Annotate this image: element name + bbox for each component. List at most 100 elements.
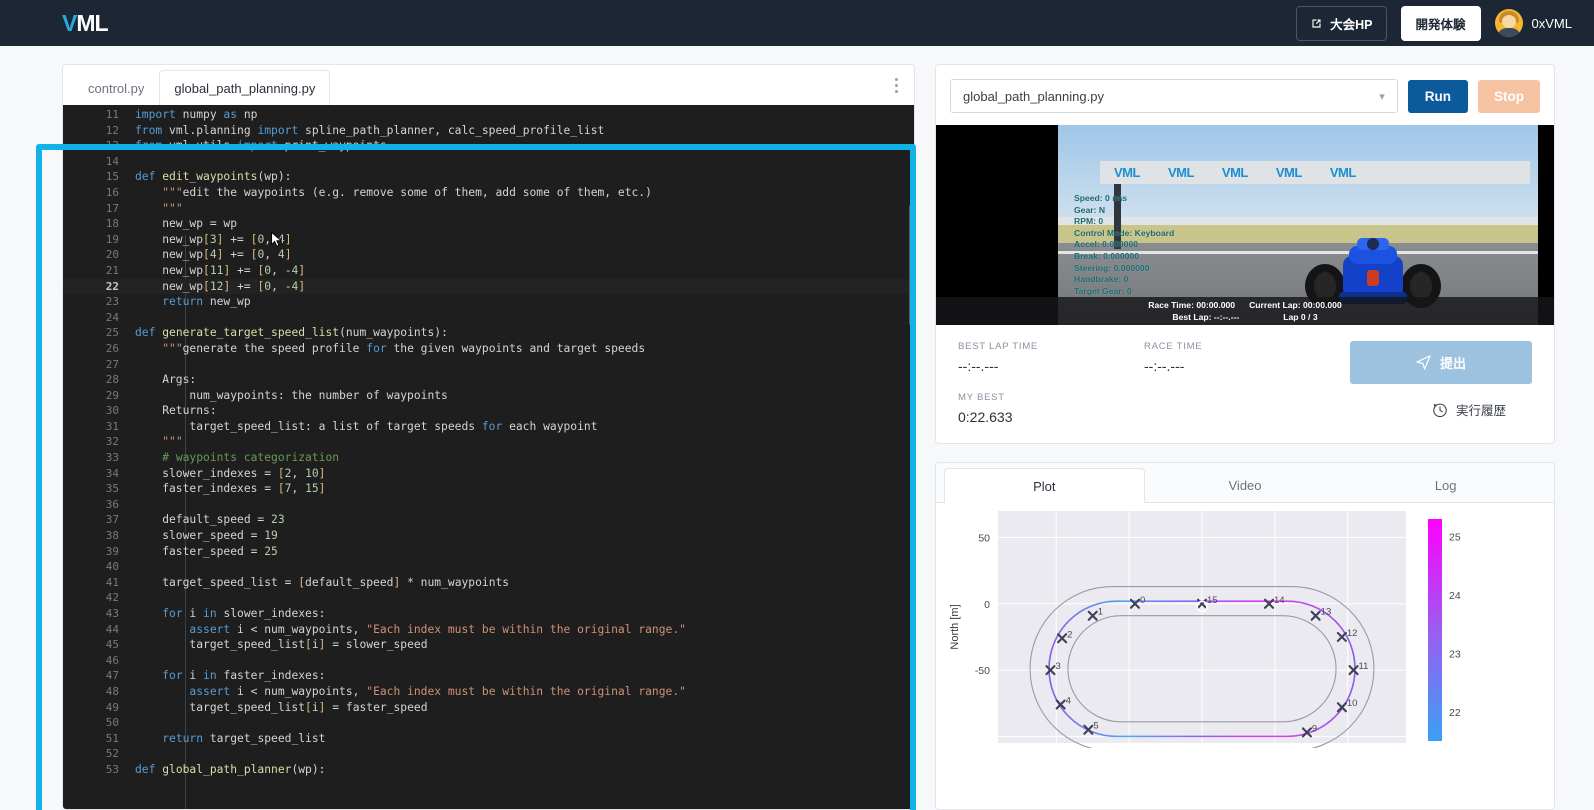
code-line[interactable]: new_wp[12] += [0, -4] xyxy=(63,278,914,295)
code-line[interactable]: Returns: xyxy=(63,403,914,419)
stat-my-best: MY BEST 0:22.633 xyxy=(958,392,1144,425)
code-line[interactable]: new_wp[11] += [0, -4] xyxy=(63,263,914,279)
code-line[interactable]: Args: xyxy=(63,372,914,388)
billboard-logo-2: VML xyxy=(1221,165,1248,180)
nav-actions: 大会HP 開発体験 0xVML xyxy=(1296,5,1572,41)
code-line[interactable]: from vml.planning import spline_path_pla… xyxy=(63,123,914,139)
tab-log[interactable]: Log xyxy=(1345,467,1546,502)
hud-race-time: Race Time: 00:00.000 xyxy=(1148,300,1236,310)
code-line[interactable]: num_waypoints: the number of waypoints xyxy=(63,388,914,404)
code-line[interactable] xyxy=(63,746,914,762)
code-line[interactable] xyxy=(63,590,914,606)
code-line[interactable]: """ xyxy=(63,201,914,217)
simulator-viewport[interactable]: VML VML VML VML VML Speed: 0 m\s Gear: N… xyxy=(936,125,1554,325)
race-time-label: RACE TIME xyxy=(1144,341,1203,352)
submit-label: 提出 xyxy=(1439,356,1466,371)
code-line[interactable]: slower_indexes = [2, 10] xyxy=(63,466,914,482)
code-scrollbar-thumb[interactable] xyxy=(909,205,912,325)
code-line[interactable]: """ xyxy=(63,434,914,450)
svg-text:50: 50 xyxy=(978,533,990,545)
editor-more-menu-icon[interactable] xyxy=(895,78,898,93)
code-line[interactable]: import numpy as np xyxy=(63,107,914,123)
race-time-value: --:--.--- xyxy=(1144,358,1185,374)
best-lap-time-value: --:--.--- xyxy=(958,358,999,374)
tournament-site-label: 大会HP xyxy=(1330,17,1373,32)
code-line[interactable]: new_wp[4] += [0, 4] xyxy=(63,247,914,263)
code-line[interactable]: slower_speed = 19 xyxy=(63,528,914,544)
code-line[interactable] xyxy=(63,310,914,326)
editor-tab-control[interactable]: control.py xyxy=(73,70,159,105)
code-viewport[interactable]: import numpy as npfrom vml.planning impo… xyxy=(63,105,914,809)
hud-row-2: Best Lap: --:--.--- Lap 0 / 3 xyxy=(1172,312,1317,322)
svg-text:North [m]: North [m] xyxy=(949,604,961,649)
code-line[interactable]: from vml.utils import print_waypoints xyxy=(63,138,914,154)
user-menu[interactable]: 0xVML xyxy=(1494,9,1572,37)
tournament-site-button[interactable]: 大会HP xyxy=(1296,5,1387,41)
code-line[interactable]: return new_wp xyxy=(63,294,914,310)
plot-canvas[interactable]: 500-50North [m] 0 1 2 3 4 5 9 10 11 1 xyxy=(936,503,1554,809)
svg-text:15: 15 xyxy=(1207,595,1218,606)
billboard-logo-1: VML xyxy=(1167,165,1194,180)
code-content: import numpy as npfrom vml.planning impo… xyxy=(63,105,914,778)
code-line[interactable]: """edit the waypoints (e.g. remove some … xyxy=(63,185,914,201)
stats-middle-column: RACE TIME --:--.--- xyxy=(1144,341,1330,425)
file-select[interactable]: global_path_planning.py ▾ xyxy=(950,79,1398,113)
code-line[interactable]: # waypoints categorization xyxy=(63,450,914,466)
svg-text:3: 3 xyxy=(1055,661,1060,672)
page-body: control.py global_path_planning.py impor… xyxy=(0,46,1594,810)
code-line[interactable] xyxy=(63,653,914,669)
dev-experience-button[interactable]: 開発体験 xyxy=(1400,5,1481,41)
stop-button[interactable]: Stop xyxy=(1478,79,1540,113)
code-line[interactable]: target_speed_list: a list of target spee… xyxy=(63,419,914,435)
editor-tab-global-path-planning[interactable]: global_path_planning.py xyxy=(159,70,331,105)
code-line[interactable]: assert i < num_waypoints, "Each index mu… xyxy=(63,622,914,638)
code-line[interactable] xyxy=(63,497,914,513)
telemetry-handbrake: Handbrake: 0 xyxy=(1074,274,1129,285)
svg-text:-50: -50 xyxy=(975,665,990,677)
top-navbar: VML 大会HP 開発体験 0xVML xyxy=(0,0,1594,46)
svg-text:12: 12 xyxy=(1347,628,1358,639)
code-line[interactable]: faster_indexes = [7, 15] xyxy=(63,481,914,497)
simulation-card: global_path_planning.py ▾ Run Stop VML V… xyxy=(935,64,1555,444)
svg-text:0: 0 xyxy=(1140,595,1145,606)
svg-text:0: 0 xyxy=(984,599,990,611)
code-line[interactable]: target_speed_list = [default_speed] * nu… xyxy=(63,575,914,591)
billboard-logo-0: VML xyxy=(1114,165,1140,180)
code-line[interactable]: target_speed_list[i] = slower_speed xyxy=(63,637,914,653)
code-line[interactable]: for i in faster_indexes: xyxy=(63,668,914,684)
code-line[interactable]: def edit_waypoints(wp): xyxy=(63,169,914,185)
vml-logo[interactable]: VML xyxy=(62,9,109,36)
submit-button[interactable]: 提出 xyxy=(1350,341,1532,384)
tab-video[interactable]: Video xyxy=(1145,467,1346,502)
run-button[interactable]: Run xyxy=(1407,79,1468,113)
code-line[interactable]: faster_speed = 25 xyxy=(63,544,914,560)
code-line[interactable]: for i in slower_indexes: xyxy=(63,606,914,622)
code-line[interactable] xyxy=(63,154,914,170)
telemetry-gear: Gear: N xyxy=(1074,204,1106,215)
track-plot: 500-50North [m] 0 1 2 3 4 5 9 10 11 12 1… xyxy=(949,511,1461,752)
code-line[interactable] xyxy=(63,559,914,575)
code-line[interactable]: target_speed_list[i] = faster_speed xyxy=(63,700,914,716)
output-tabbar: Plot Video Log xyxy=(936,463,1554,503)
code-editor-card: control.py global_path_planning.py impor… xyxy=(62,64,915,810)
logo-letter-m: M xyxy=(76,9,95,36)
code-line[interactable] xyxy=(63,357,914,373)
code-line[interactable]: assert i < num_waypoints, "Each index mu… xyxy=(63,684,914,700)
code-line[interactable]: def generate_target_speed_list(num_waypo… xyxy=(63,325,914,341)
code-line[interactable]: def global_path_planner(wp): xyxy=(63,762,914,778)
code-line[interactable]: new_wp[3] += [0, 4] xyxy=(63,232,914,248)
best-lap-time-label: BEST LAP TIME xyxy=(958,341,1039,352)
external-link-icon xyxy=(1312,18,1321,28)
code-line[interactable]: default_speed = 23 xyxy=(63,512,914,528)
logo-letter-l: L xyxy=(94,9,109,36)
telemetry-target-gear: Target Gear: 0 xyxy=(1074,285,1132,296)
code-line[interactable] xyxy=(63,715,914,731)
my-best-label: MY BEST xyxy=(958,392,1005,403)
code-line[interactable]: new_wp = wp xyxy=(63,216,914,232)
race-stats: BEST LAP TIME --:--.--- MY BEST 0:22.633… xyxy=(936,325,1554,443)
execution-history-link[interactable]: 実行履歴 xyxy=(1432,400,1532,419)
code-line[interactable]: """generate the speed profile for the gi… xyxy=(63,341,914,357)
code-line[interactable]: return target_speed_list xyxy=(63,731,914,747)
tab-plot[interactable]: Plot xyxy=(944,468,1145,503)
billboard-row: VML VML VML VML VML xyxy=(1100,161,1530,184)
